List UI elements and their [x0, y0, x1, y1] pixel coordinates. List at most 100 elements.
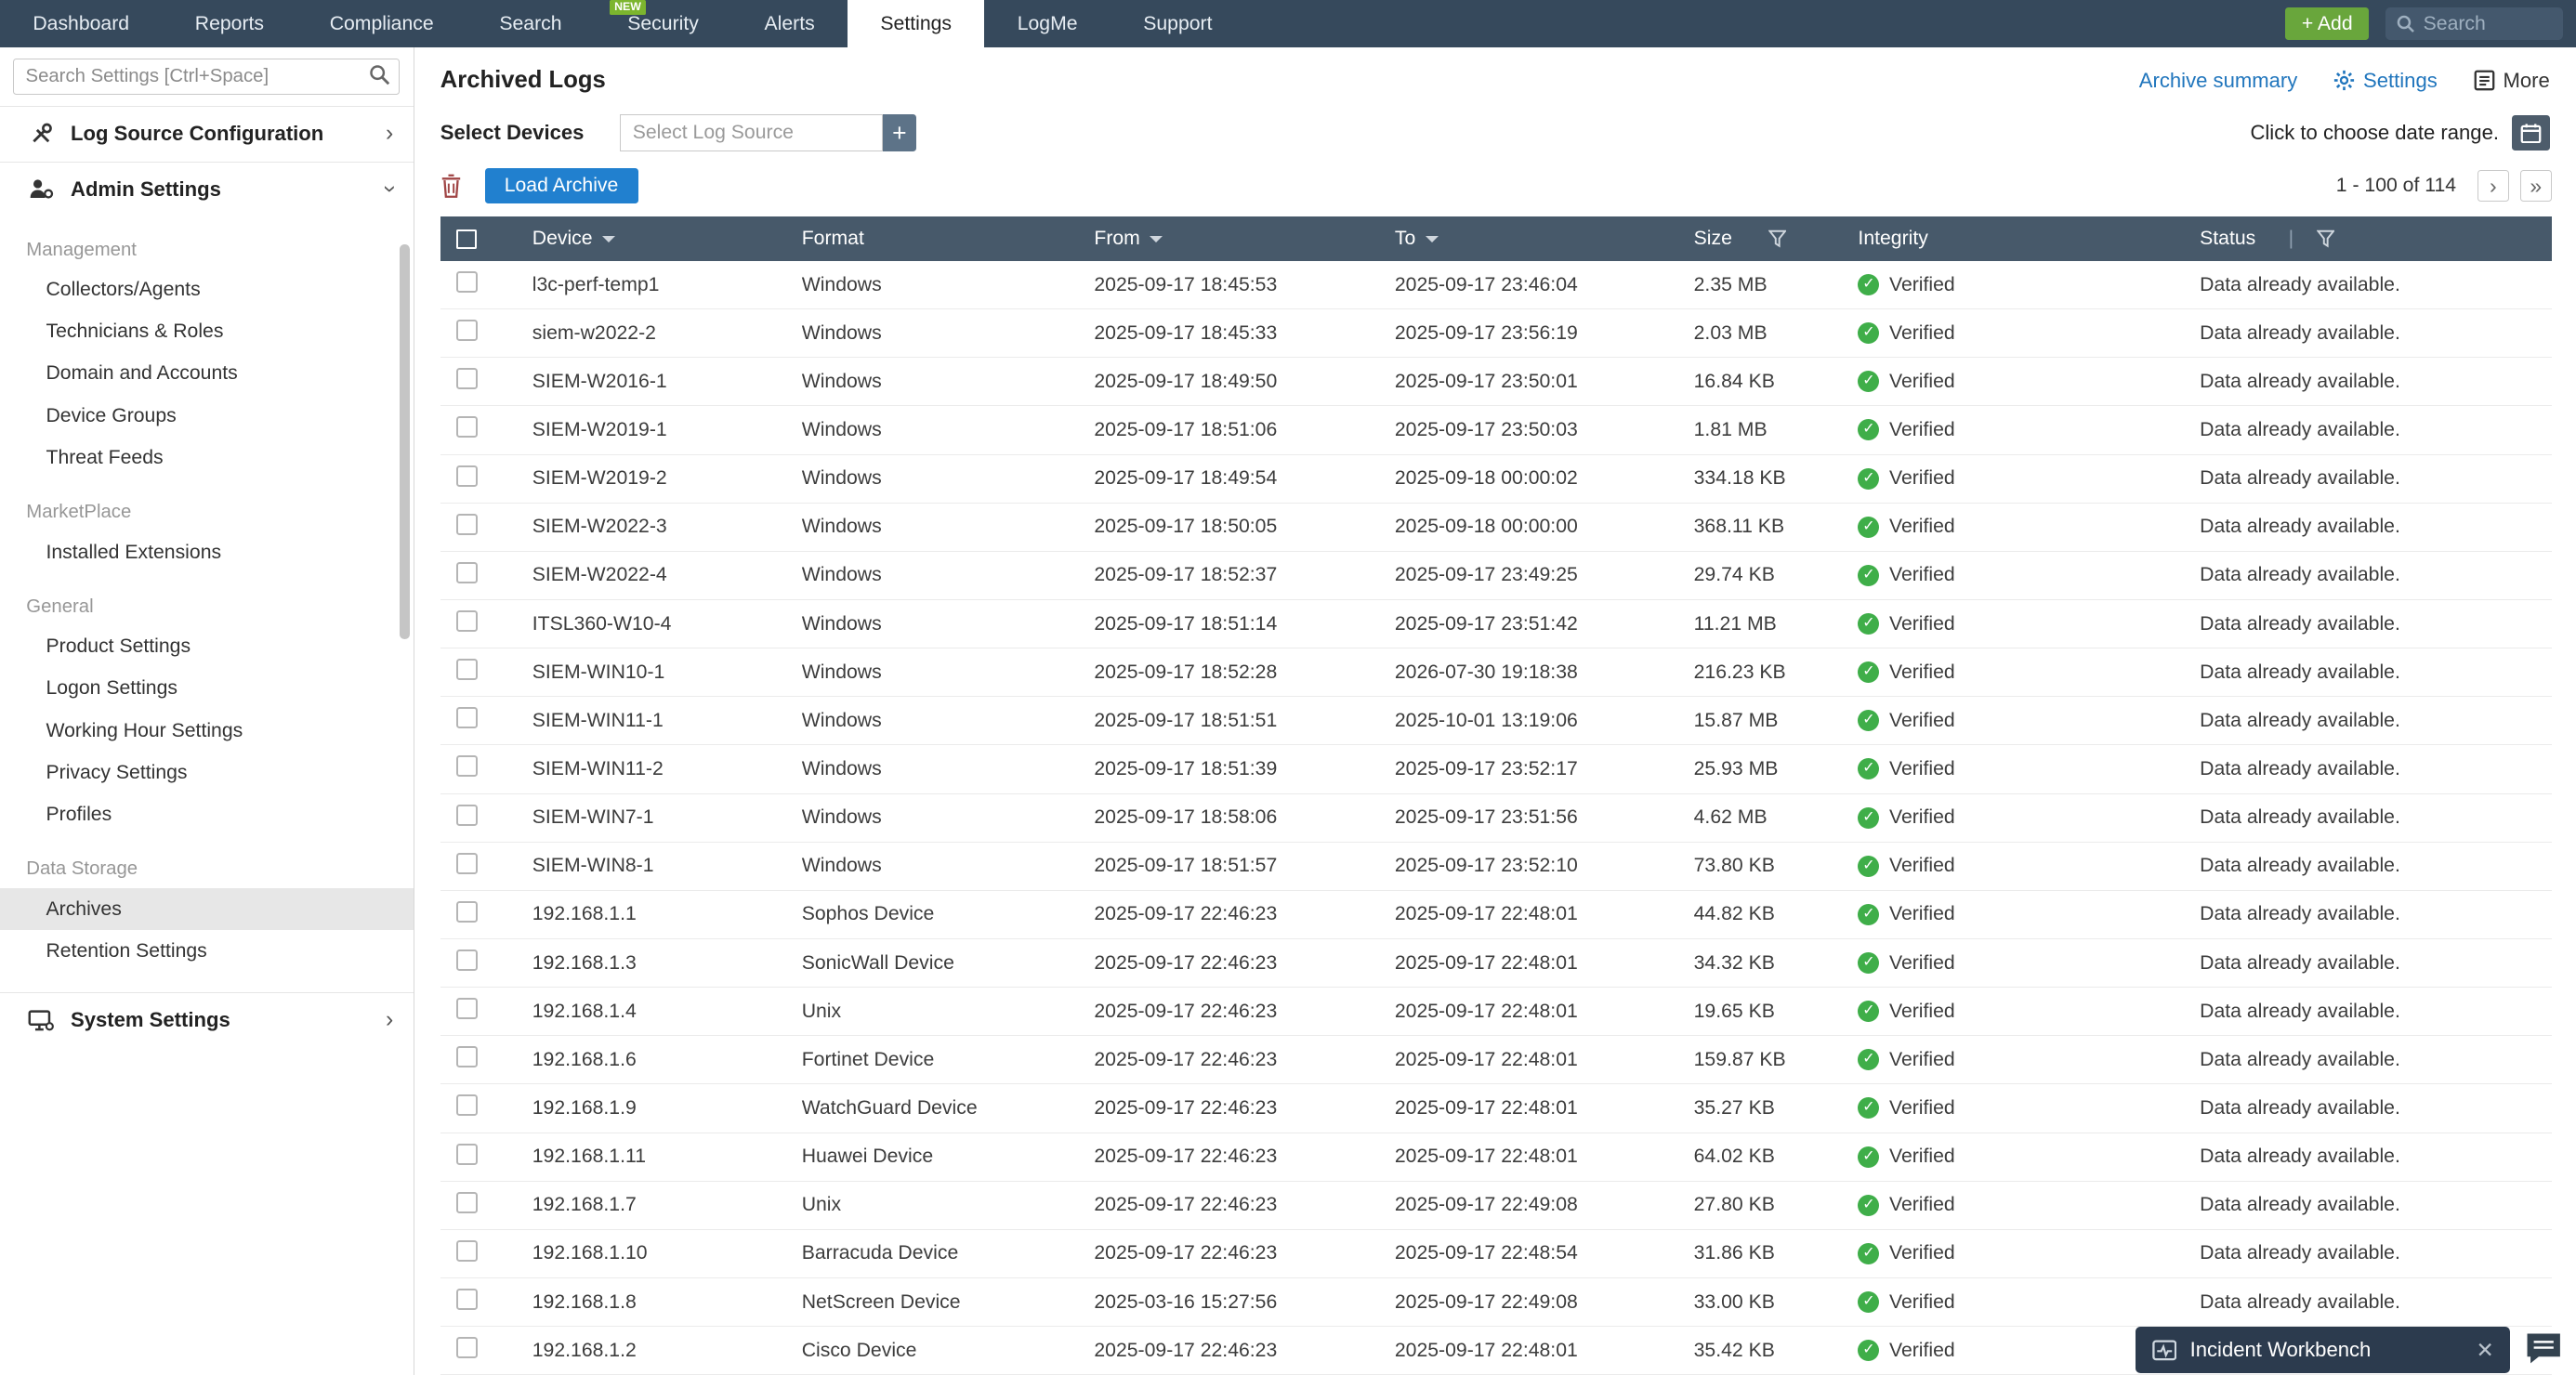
row-checkbox[interactable] — [456, 1289, 478, 1310]
row-checkbox[interactable] — [456, 1046, 478, 1067]
cell-from: 2025-09-17 18:51:06 — [1081, 419, 1382, 441]
verified-check-icon: ✓ — [1858, 274, 1879, 295]
row-checkbox[interactable] — [456, 271, 478, 293]
row-checkbox[interactable] — [456, 998, 478, 1019]
sidebar-item-domain-and-accounts[interactable]: Domain and Accounts — [0, 353, 414, 395]
sidebar-item-threat-feeds[interactable]: Threat Feeds — [0, 437, 414, 478]
cell-size: 34.32 KB — [1681, 952, 1846, 975]
cell-to: 2025-09-17 22:48:01 — [1382, 1146, 1681, 1168]
sidebar-item-device-groups[interactable]: Device Groups — [0, 395, 414, 437]
sidebar-item-product-settings[interactable]: Product Settings — [0, 626, 414, 668]
cell-integrity: ✓Verified — [1845, 564, 2187, 586]
add-log-source-button[interactable]: + — [883, 114, 915, 152]
sidebar-item-log-source-configuration[interactable]: Log Source Configuration › — [0, 107, 414, 161]
more-menu[interactable]: More — [2474, 69, 2550, 93]
nav-tab-logme[interactable]: LogMe — [984, 0, 1111, 47]
nav-tab-settings[interactable]: Settings — [848, 0, 984, 47]
cell-status: Data already available. — [2187, 1146, 2552, 1168]
cell-integrity: ✓Verified — [1845, 1291, 2187, 1314]
row-checkbox[interactable] — [456, 320, 478, 341]
nav-tab-support[interactable]: Support — [1111, 0, 1245, 47]
cell-status: Data already available. — [2187, 1097, 2552, 1120]
chevron-right-icon: › — [386, 123, 393, 146]
delete-button[interactable] — [440, 174, 462, 199]
sidebar-item-admin-settings[interactable]: Admin Settings › — [0, 163, 414, 216]
last-page-button[interactable]: » — [2520, 170, 2552, 202]
row-checkbox[interactable] — [456, 1094, 478, 1116]
filter-funnel-icon[interactable] — [2317, 229, 2334, 247]
page-title: Archived Logs — [440, 67, 606, 94]
row-checkbox[interactable] — [456, 949, 478, 971]
sidebar-item-privacy-settings[interactable]: Privacy Settings — [0, 752, 414, 793]
cell-to: 2025-09-17 23:52:10 — [1382, 855, 1681, 877]
row-checkbox[interactable] — [456, 853, 478, 874]
column-header-format[interactable]: Format — [789, 228, 1082, 250]
close-icon[interactable]: ✕ — [2476, 1338, 2493, 1363]
row-checkbox[interactable] — [456, 416, 478, 438]
row-checkbox[interactable] — [456, 805, 478, 826]
load-archive-button[interactable]: Load Archive — [485, 168, 638, 203]
row-checkbox[interactable] — [456, 1144, 478, 1165]
sidebar-item-installed-extensions[interactable]: Installed Extensions — [0, 531, 414, 573]
calendar-button[interactable] — [2512, 115, 2550, 150]
sidebar-item-archives[interactable]: Archives — [0, 888, 414, 930]
sidebar-item-profiles[interactable]: Profiles — [0, 793, 414, 835]
archive-table: Device Format From To Size Integri — [440, 216, 2552, 1374]
cell-format: Cisco Device — [789, 1340, 1082, 1362]
row-checkbox[interactable] — [456, 368, 478, 389]
row-checkbox[interactable] — [456, 755, 478, 777]
table-row: SIEM-WIN10-1Windows2025-09-17 18:52:2820… — [440, 648, 2552, 697]
archive-summary-link[interactable]: Archive summary — [2139, 69, 2298, 93]
select-all-checkbox[interactable] — [456, 229, 476, 249]
nav-tab-compliance[interactable]: Compliance — [296, 0, 467, 47]
row-checkbox[interactable] — [456, 562, 478, 583]
verified-check-icon: ✓ — [1858, 1291, 1879, 1313]
cell-to: 2025-09-17 23:50:01 — [1382, 371, 1681, 393]
sidebar-item-retention-settings[interactable]: Retention Settings — [0, 930, 414, 972]
sidebar-item-collectors-agents[interactable]: Collectors/Agents — [0, 268, 414, 310]
incident-workbench-bar[interactable]: Incident Workbench ✕ — [2136, 1327, 2510, 1373]
sidebar-scrollbar[interactable] — [400, 244, 410, 638]
table-row: SIEM-WIN11-2Windows2025-09-17 18:51:3920… — [440, 745, 2552, 793]
nav-tab-search[interactable]: Search — [467, 0, 595, 47]
row-checkbox[interactable] — [456, 514, 478, 535]
row-checkbox[interactable] — [456, 1240, 478, 1262]
chat-bubble-icon[interactable] — [2524, 1329, 2567, 1368]
row-checkbox[interactable] — [456, 1337, 478, 1358]
cell-integrity: ✓Verified — [1845, 903, 2187, 925]
cell-format: Windows — [789, 661, 1082, 684]
row-checkbox[interactable] — [456, 707, 478, 728]
column-header-to[interactable]: To — [1382, 228, 1681, 250]
settings-link[interactable]: Settings — [2333, 69, 2438, 93]
nav-search-box[interactable]: Search — [2385, 7, 2563, 40]
next-page-button[interactable]: › — [2477, 170, 2509, 202]
column-header-device[interactable]: Device — [513, 228, 789, 250]
nav-tab-dashboard[interactable]: Dashboard — [0, 0, 162, 47]
settings-search-input[interactable] — [13, 59, 400, 95]
top-navigation: DashboardReportsComplianceSearchNEWSecur… — [0, 0, 2576, 47]
sidebar-item-technicians-roles[interactable]: Technicians & Roles — [0, 311, 414, 353]
sidebar-item-working-hour-settings[interactable]: Working Hour Settings — [0, 710, 414, 752]
filter-funnel-icon[interactable] — [1768, 229, 1786, 247]
nav-tab-security[interactable]: NEWSecurity — [595, 0, 731, 47]
row-checkbox[interactable] — [456, 465, 478, 487]
column-header-status[interactable]: Status | — [2187, 228, 2552, 250]
column-header-size[interactable]: Size — [1681, 228, 1846, 250]
row-checkbox[interactable] — [456, 659, 478, 680]
nav-tab-alerts[interactable]: Alerts — [731, 0, 848, 47]
cell-format: Windows — [789, 516, 1082, 538]
add-button[interactable]: + Add — [2285, 7, 2369, 40]
table-row: SIEM-WIN11-1Windows2025-09-17 18:51:5120… — [440, 697, 2552, 745]
row-checkbox[interactable] — [456, 1192, 478, 1213]
integrity-label: Verified — [1889, 661, 1955, 684]
column-header-from[interactable]: From — [1081, 228, 1382, 250]
log-source-input[interactable] — [620, 114, 883, 152]
row-checkbox[interactable] — [456, 610, 478, 632]
cell-device: SIEM-WIN8-1 — [513, 855, 789, 877]
nav-tab-reports[interactable]: Reports — [162, 0, 296, 47]
row-checkbox[interactable] — [456, 901, 478, 923]
sidebar-item-logon-settings[interactable]: Logon Settings — [0, 668, 414, 710]
cell-size: 64.02 KB — [1681, 1146, 1846, 1168]
sidebar-item-system-settings[interactable]: System Settings › — [0, 993, 414, 1047]
column-header-integrity[interactable]: Integrity — [1845, 228, 2187, 250]
